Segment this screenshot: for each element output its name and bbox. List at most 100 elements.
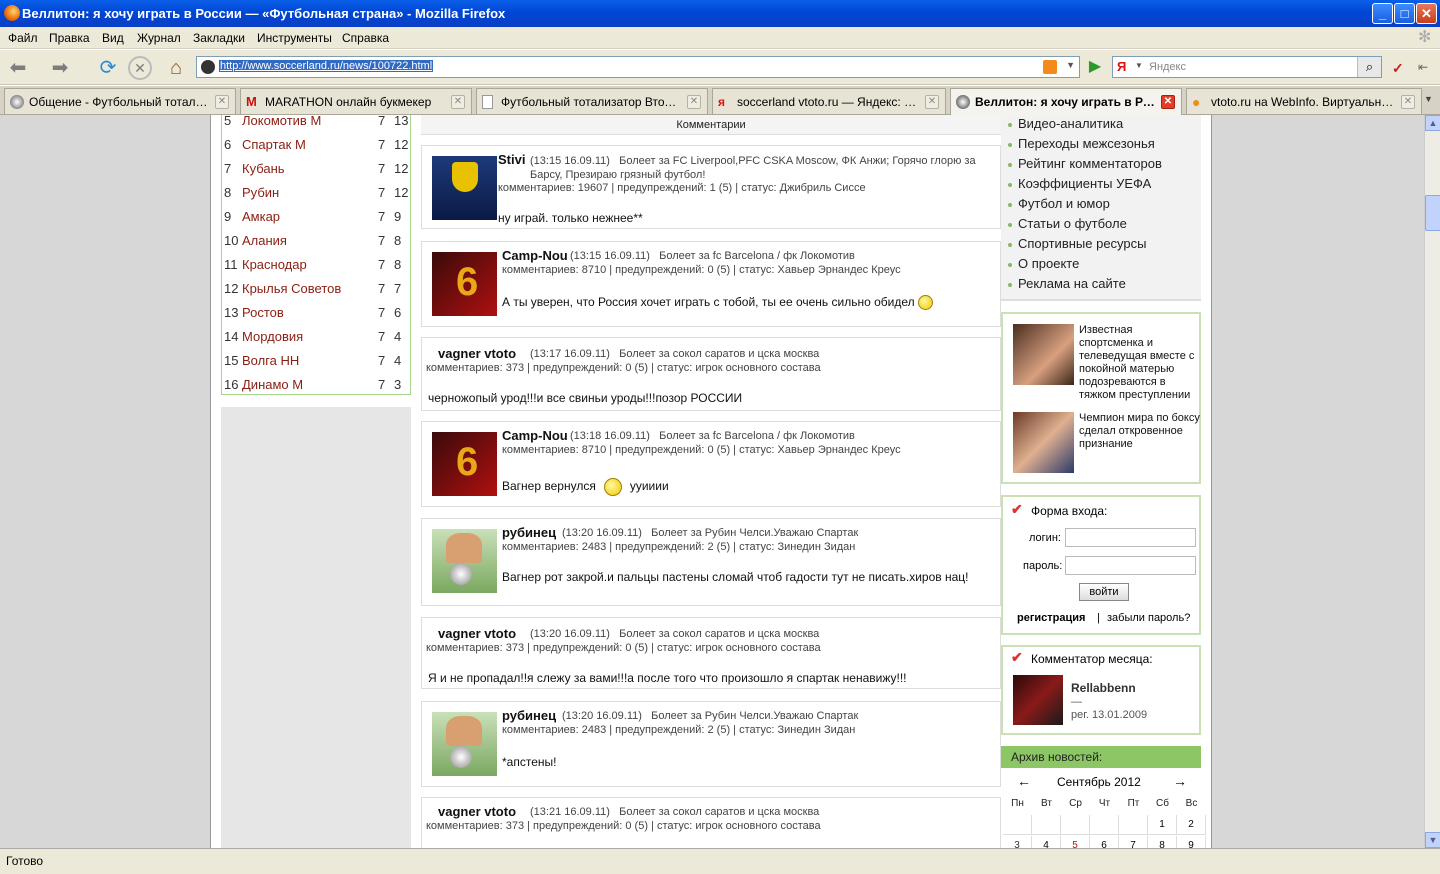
team-link[interactable]: Мордовия	[242, 329, 303, 344]
calendar-day[interactable]: 7	[1119, 836, 1148, 848]
menu-bookmarks[interactable]: Закладки	[193, 31, 245, 45]
tab-4[interactable]: я soccerland vtoto.ru — Яндекс: на... ✕	[712, 88, 946, 114]
calendar-day[interactable]: 2	[1177, 815, 1206, 835]
address-bar[interactable]: http://www.soccerland.ru/news/100722.htm…	[196, 56, 1080, 78]
search-box[interactable]: Я ▼ Яндекс ⌕	[1112, 56, 1382, 78]
sidebar-link[interactable]: Реклама на сайте	[1008, 276, 1126, 291]
calendar-day[interactable]: 3	[1003, 836, 1032, 848]
menu-history[interactable]: Журнал	[137, 31, 181, 45]
sidebar-link[interactable]: Футбол и юмор	[1008, 196, 1110, 211]
vertical-scrollbar[interactable]: ▲ ▼	[1424, 115, 1440, 848]
menu-edit[interactable]: Правка	[49, 31, 90, 45]
team-link[interactable]: Краснодар	[242, 257, 307, 272]
tab-5-active[interactable]: Веллитон: я хочу играть в Ро... ✕	[950, 88, 1182, 115]
sidebar-link[interactable]: Спортивные ресурсы	[1007, 236, 1146, 251]
team-link[interactable]: Локомотив М	[242, 115, 321, 128]
commentator-avatar[interactable]	[1013, 675, 1063, 725]
sidebar-link[interactable]: О проекте	[1007, 256, 1079, 271]
close-tab-icon[interactable]: ✕	[1161, 95, 1175, 109]
weekday-label: Чт	[1098, 798, 1111, 809]
news-image[interactable]	[1013, 324, 1074, 385]
sidebar-link[interactable]: Переходы межсезонья	[1008, 136, 1155, 151]
tab-2[interactable]: M MARATHON онлайн букмекер ✕	[240, 88, 472, 114]
team-link[interactable]: Кубань	[242, 161, 285, 176]
comment-author[interactable]: рубинец	[502, 708, 556, 723]
calendar-day[interactable]: 4	[1032, 836, 1061, 848]
comment-author[interactable]: vagner vtoto	[438, 626, 516, 641]
team-link[interactable]: Волга НН	[242, 353, 299, 368]
toolbar-menu-icon[interactable]: ⇤	[1418, 60, 1428, 74]
tab-3[interactable]: Футбольный тотализатор Втото.... ✕	[476, 88, 708, 114]
calendar-day[interactable]: 1	[1148, 815, 1177, 835]
password-input[interactable]	[1065, 556, 1196, 575]
sidebar-link[interactable]: Видео-аналитика	[1007, 116, 1123, 131]
home-icon[interactable]: ⌂	[162, 54, 190, 82]
sidebar-link[interactable]: Статьи о футболе	[1008, 216, 1127, 231]
close-tab-icon[interactable]: ✕	[451, 95, 465, 109]
comment-author[interactable]: рубинец	[502, 525, 556, 540]
minimize-button[interactable]: _	[1372, 3, 1393, 24]
go-button-icon[interactable]: ▶	[1084, 56, 1106, 78]
url-dropdown-icon[interactable]: ▼	[1066, 60, 1075, 70]
close-tab-icon[interactable]: ✕	[687, 95, 701, 109]
comment-author[interactable]: Camp-Nou	[502, 248, 568, 263]
avatar	[432, 156, 497, 220]
login-submit-button[interactable]: войти	[1079, 583, 1129, 601]
scrollbar-thumb[interactable]	[1425, 195, 1440, 231]
sidebar-link[interactable]: Коэффициенты УЕФА	[1007, 176, 1151, 191]
search-magnifier-icon[interactable]: ⌕	[1357, 57, 1381, 77]
comment-author[interactable]: vagner vtoto	[438, 346, 516, 361]
calendar-day[interactable]: 8	[1148, 836, 1177, 848]
close-button[interactable]: ✕	[1416, 3, 1437, 24]
team-link[interactable]: Ростов	[242, 305, 284, 320]
tab-1[interactable]: Общение - Футбольный тотализ... ✕	[4, 88, 236, 114]
calendar-day[interactable]: 6	[1090, 836, 1119, 848]
tab-6[interactable]: ● vtoto.ru на WebInfo. Виртуальны... ✕	[1186, 88, 1422, 114]
standings-row: 16 Динамо М73	[224, 377, 402, 392]
team-link[interactable]: Динамо М	[242, 377, 303, 392]
menu-view[interactable]: Вид	[102, 31, 124, 45]
login-input[interactable]	[1065, 528, 1196, 547]
prev-month-arrow-icon[interactable]: ←	[1017, 773, 1031, 789]
close-tab-icon[interactable]: ✕	[215, 95, 229, 109]
menu-tools[interactable]: Инструменты	[257, 31, 332, 45]
comment-author[interactable]: Camp-Nou	[502, 428, 568, 443]
team-link[interactable]: Амкар	[242, 209, 280, 224]
team-link[interactable]: Алания	[242, 233, 287, 248]
team-link[interactable]: Спартак М	[242, 137, 306, 152]
stop-icon[interactable]: ✕	[128, 56, 152, 80]
commentator-name[interactable]: Rellabbenn	[1071, 681, 1136, 695]
register-link[interactable]: регистрация	[1017, 612, 1085, 624]
comment-author[interactable]: Stivi	[498, 152, 525, 167]
url-text[interactable]: http://www.soccerland.ru/news/100722.htm…	[219, 60, 434, 72]
maximize-button[interactable]: □	[1394, 3, 1415, 24]
rss-feed-icon[interactable]	[1043, 60, 1057, 74]
menu-file[interactable]: Файл	[8, 31, 38, 45]
forward-arrow-icon[interactable]: ➡	[46, 54, 74, 82]
menu-help[interactable]: Справка	[342, 31, 389, 45]
sidebar-link[interactable]: Рейтинг комментаторов	[1008, 156, 1162, 171]
calendar-day[interactable]: 9	[1177, 836, 1206, 848]
scroll-down-arrow-icon[interactable]: ▼	[1425, 832, 1440, 848]
news-image[interactable]	[1013, 412, 1074, 473]
comment-fan-info: Болеет за Рубин Челси.Уважаю Спартак	[651, 710, 859, 722]
forgot-password-link[interactable]: забыли пароль?	[1107, 612, 1190, 624]
close-tab-icon[interactable]: ✕	[925, 95, 939, 109]
comment-author[interactable]: vagner vtoto	[438, 804, 516, 819]
yandex-logo-icon[interactable]: Я	[1117, 59, 1126, 74]
news-link[interactable]: Известная спортсменка и телеведущая вмес…	[1079, 324, 1199, 402]
tab-list-icon[interactable]: ▼	[1424, 94, 1433, 104]
news-link[interactable]: Чемпион мира по боксу сделал откровенное…	[1079, 412, 1201, 451]
team-link[interactable]: Крылья Советов	[242, 281, 341, 296]
scroll-up-arrow-icon[interactable]: ▲	[1425, 115, 1440, 131]
close-tab-icon[interactable]: ✕	[1401, 95, 1415, 109]
commentator-dash: —	[1071, 696, 1082, 708]
next-month-arrow-icon[interactable]: →	[1173, 773, 1187, 789]
reload-icon[interactable]: ⟳	[94, 54, 122, 82]
addon-icon[interactable]: ✓	[1392, 60, 1404, 77]
search-engine-dropdown-icon[interactable]: ▼	[1135, 61, 1143, 70]
back-arrow-icon[interactable]: ⬅	[4, 54, 32, 82]
calendar-day[interactable]: 5	[1061, 836, 1090, 848]
comment-time: (13:21 16.09.11)	[530, 806, 610, 818]
team-link[interactable]: Рубин	[242, 185, 279, 200]
